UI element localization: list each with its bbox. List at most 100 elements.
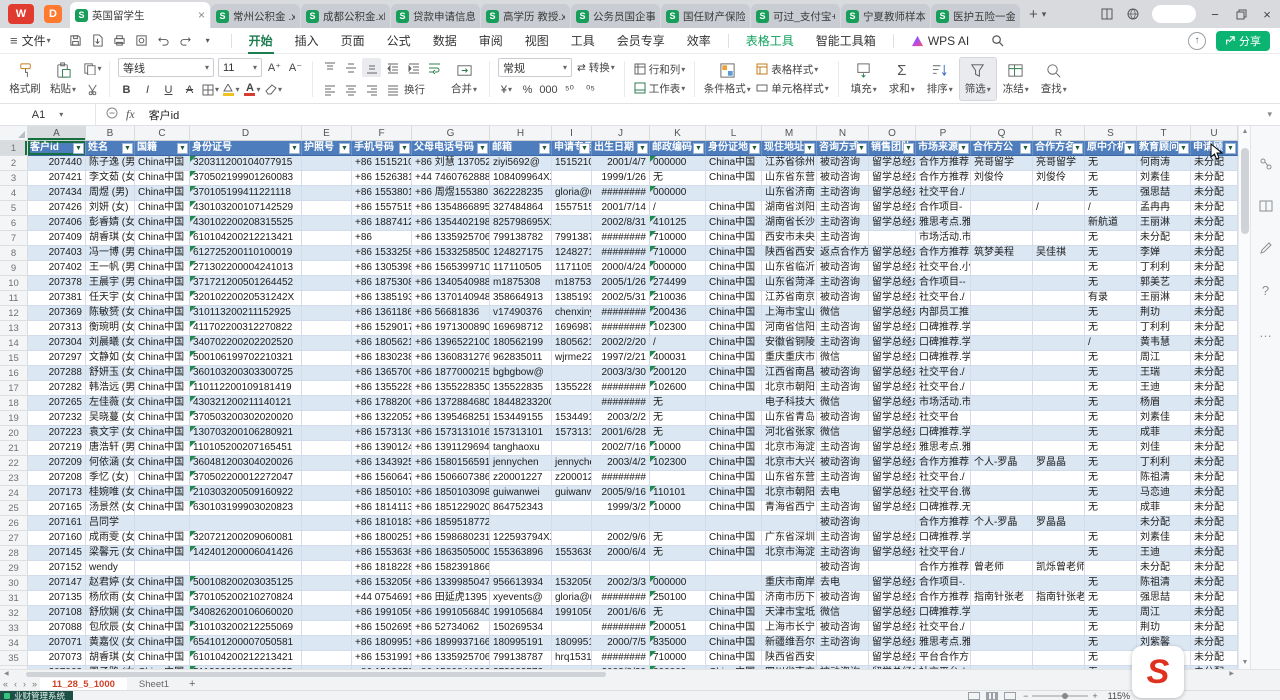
cell[interactable]: jennychen [490, 456, 552, 471]
cell[interactable]: 1999/3/2 [592, 501, 650, 516]
cell[interactable]: 新航道 [1085, 216, 1137, 231]
cell[interactable] [971, 321, 1033, 336]
cell[interactable] [1033, 441, 1085, 456]
row-header-7[interactable]: 7 [0, 231, 28, 246]
cell[interactable]: 2001/6/6 [592, 606, 650, 621]
cell[interactable]: 207145 [28, 546, 86, 561]
cell[interactable]: China中国 [135, 246, 190, 261]
cell[interactable]: 西安市未央 [762, 231, 817, 246]
cell[interactable]: +86 1370140948 [412, 291, 490, 306]
cell[interactable]: 湖南省长沙 [762, 216, 817, 231]
cell[interactable]: 未分配 [1191, 606, 1238, 621]
cell[interactable] [552, 366, 592, 381]
cell[interactable]: 无 [1085, 486, 1137, 501]
doc-tab[interactable]: S可过_支付宝+_滴 [751, 4, 840, 28]
more-icon[interactable]: … [1256, 322, 1276, 342]
cell[interactable]: China中国 [706, 456, 762, 471]
filter-dropdown-icon[interactable]: ▼ [539, 143, 550, 154]
cell[interactable]: 留学总经办 [869, 321, 916, 336]
cell[interactable]: 未分配 [1191, 576, 1238, 591]
cell[interactable]: +86 18182281 [352, 561, 412, 576]
align-right-icon[interactable] [362, 80, 381, 99]
cell[interactable]: 安徽省铜陵 [762, 336, 817, 351]
cell[interactable]: 雅思考点.雅 [916, 636, 971, 651]
cell[interactable]: 400031 [650, 351, 706, 366]
cell[interactable]: 口碑推荐.学 [916, 606, 971, 621]
cell[interactable]: 留学总经办 [869, 216, 916, 231]
header-cell-P[interactable]: 市场来源▼ [916, 141, 971, 156]
row-header-18[interactable]: 18 [0, 396, 28, 411]
wrap-button[interactable]: 换行 [404, 80, 425, 99]
column-header-S[interactable]: S [1085, 126, 1137, 141]
cell[interactable]: 被动咨询 [817, 156, 869, 171]
cell[interactable]: z20001227 [490, 471, 552, 486]
cell[interactable]: 重庆重庆市 [762, 351, 817, 366]
cell[interactable]: 山东省济南 [762, 186, 817, 201]
cell[interactable]: 207147 [28, 576, 86, 591]
cell[interactable]: 留学总经办 [869, 351, 916, 366]
cell[interactable]: 无 [1085, 261, 1137, 276]
cell[interactable]: 2001/4/7 [592, 156, 650, 171]
cell[interactable]: 舒欣娴 (女 [86, 606, 135, 621]
cell[interactable]: v17490376 [490, 306, 552, 321]
cell[interactable]: China中国 [706, 231, 762, 246]
cell[interactable]: 无 [1085, 576, 1137, 591]
cell[interactable] [302, 441, 352, 456]
cell[interactable]: 未分配 [1191, 636, 1238, 651]
cell[interactable]: 未分配 [1191, 621, 1238, 636]
cell[interactable]: 留学总经办 [869, 276, 916, 291]
cell[interactable] [971, 426, 1033, 441]
cell[interactable]: m1875308 [552, 276, 592, 291]
cell[interactable] [971, 531, 1033, 546]
filter-dropdown-icon[interactable]: ▼ [637, 143, 648, 154]
row-header-31[interactable]: 31 [0, 591, 28, 606]
row-header-12[interactable]: 12 [0, 306, 28, 321]
number-format-button[interactable]: ¥▾ [497, 80, 516, 99]
cell[interactable] [552, 216, 592, 231]
cell[interactable]: ######## [592, 651, 650, 666]
cell[interactable]: 未分配 [1191, 486, 1238, 501]
cell[interactable]: 207409 [28, 231, 86, 246]
cell[interactable]: China中国 [135, 261, 190, 276]
split-window-icon[interactable] [1256, 196, 1276, 216]
cell[interactable]: +86 1573131016 [412, 426, 490, 441]
cell[interactable] [1033, 261, 1085, 276]
cell[interactable]: 王丽淋 [1137, 216, 1191, 231]
cell[interactable]: China中国 [135, 216, 190, 231]
cell[interactable]: hrq153199 [552, 651, 592, 666]
cell[interactable]: 被动咨询 [817, 591, 869, 606]
cell[interactable]: / [650, 201, 706, 216]
cell[interactable]: 刘佳 [1137, 441, 1191, 456]
cell[interactable]: 654101200007050581 [190, 636, 302, 651]
layout-icon[interactable] [1094, 0, 1120, 28]
cell[interactable]: 梁馨元 (女 [86, 546, 135, 561]
column-header-Q[interactable]: Q [971, 126, 1033, 141]
cell[interactable]: 主动咨询 [817, 546, 869, 561]
strikethrough-button[interactable]: A [180, 80, 199, 99]
row-header-5[interactable]: 5 [0, 201, 28, 216]
cell[interactable]: +86 18753080 [352, 276, 412, 291]
cell[interactable]: 北京市朝阳 [762, 381, 817, 396]
share-button[interactable]: 分享 [1216, 31, 1270, 51]
cell[interactable]: 未分配 [1191, 471, 1238, 486]
cell[interactable] [971, 336, 1033, 351]
cell[interactable]: 124827175 [552, 246, 592, 261]
cell[interactable]: 留学总经办 [869, 606, 916, 621]
doc-tab[interactable]: S宁夏教师样本.xlsx [841, 4, 930, 28]
row-header-3[interactable]: 3 [0, 171, 28, 186]
cell[interactable]: tanghaoxu [490, 441, 552, 456]
column-header-I[interactable]: I [552, 126, 592, 141]
cell[interactable]: +86 15152100 [352, 156, 412, 171]
cell[interactable]: 周江 [1137, 351, 1191, 366]
cell[interactable]: 153449155 [552, 411, 592, 426]
clear-format-button[interactable]: ▾ [264, 80, 283, 99]
cell[interactable]: +86 1335925706 [412, 651, 490, 666]
cell[interactable]: 湖南省浏阳 [762, 201, 817, 216]
cell[interactable]: 无 [1085, 321, 1137, 336]
cell[interactable]: 102300 [650, 321, 706, 336]
skin-icon[interactable] [1120, 0, 1146, 28]
row-header-22[interactable]: 22 [0, 456, 28, 471]
cell[interactable]: +86 15731301 [352, 426, 412, 441]
cell[interactable] [1033, 186, 1085, 201]
cell[interactable]: +86 15319918 [352, 651, 412, 666]
